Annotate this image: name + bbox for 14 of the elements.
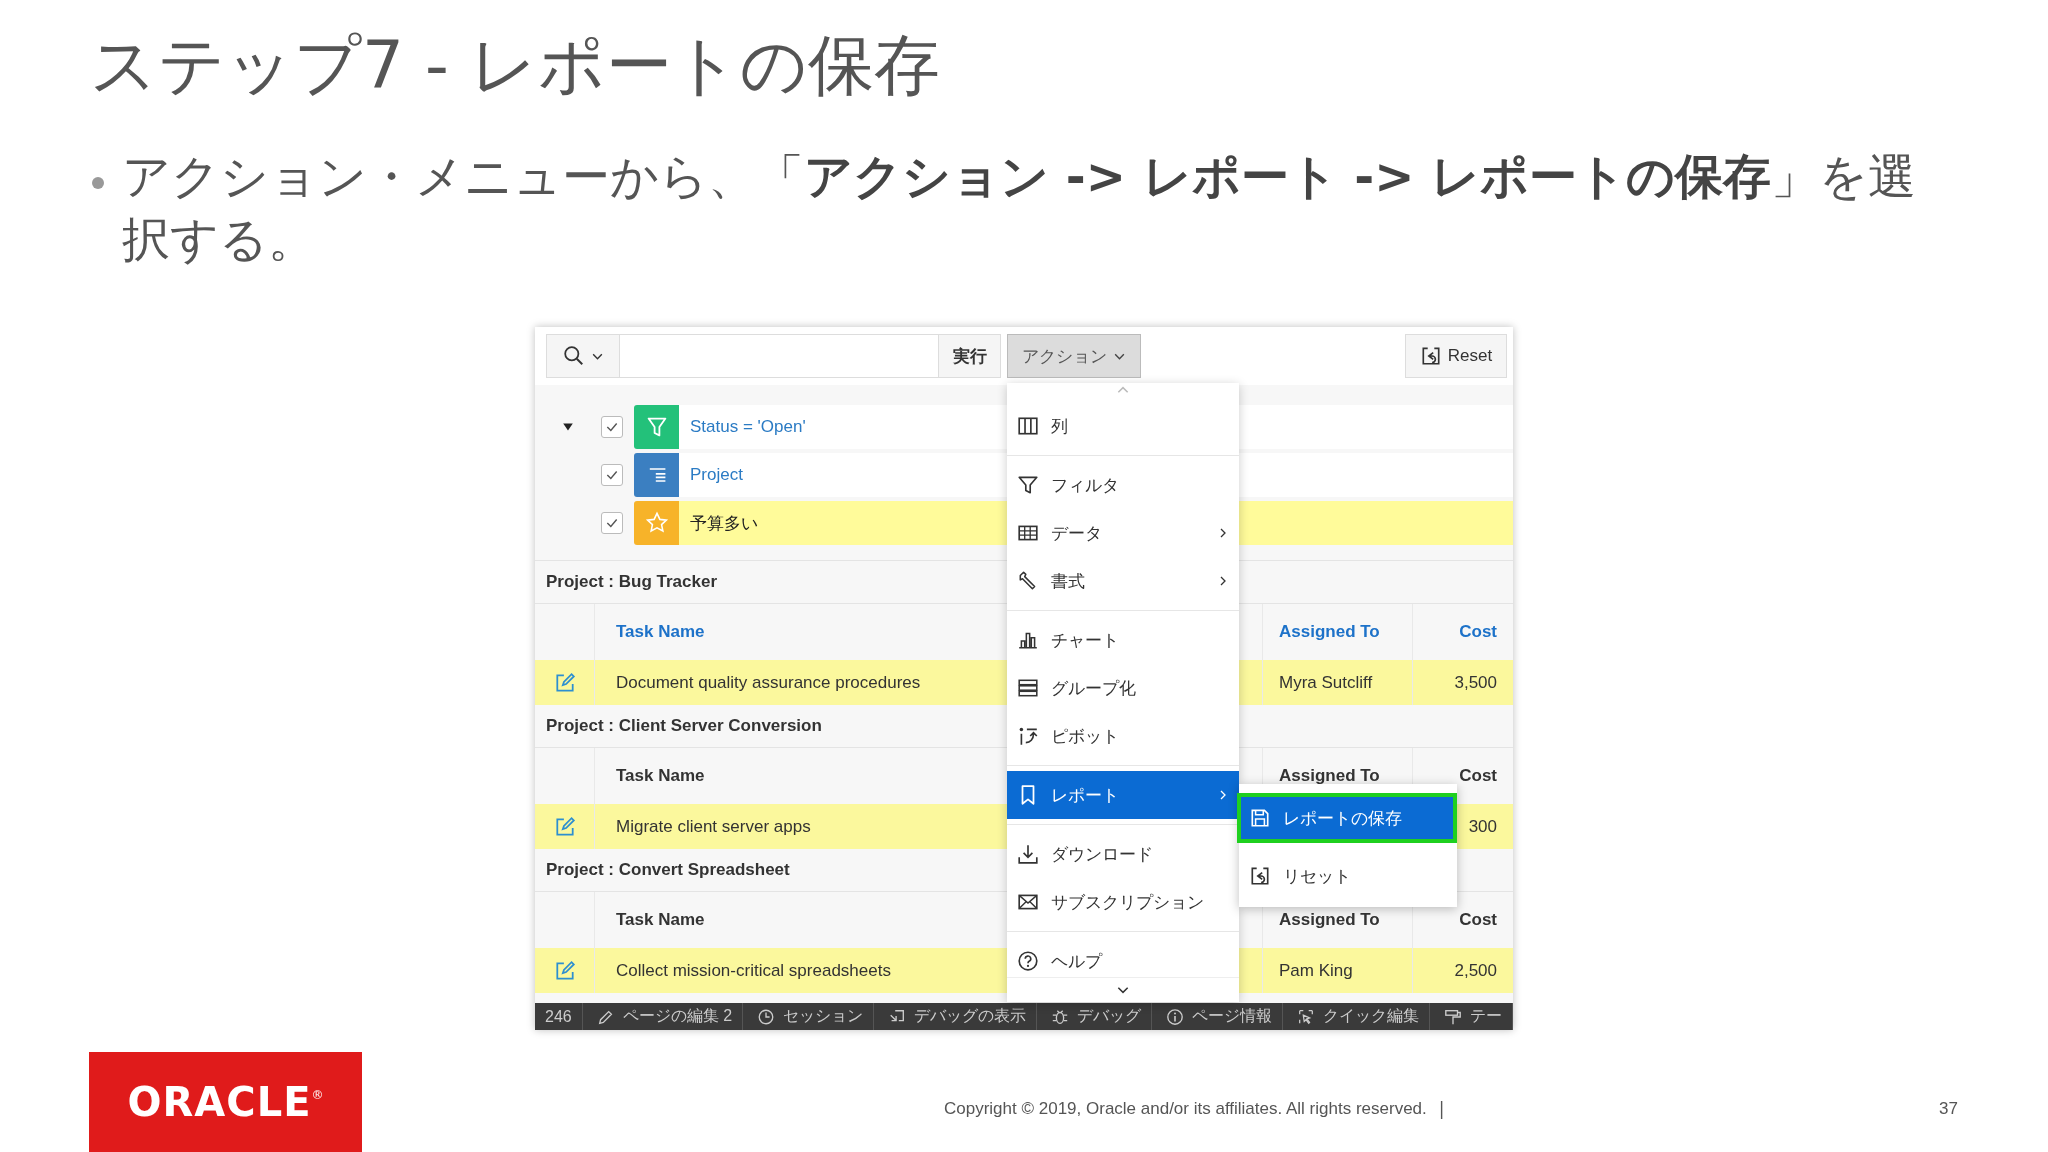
table-cell: Pam King [1279,960,1353,981]
page-number: 37 [1939,1099,1958,1119]
slide-title: ステップ7 - レポートの保存 [90,26,941,106]
copyright-text: Copyright © 2019, Oracle and/or its affiliates. All rights reserved. [944,1099,1427,1119]
separator-text: | [1438,1099,1445,1119]
table-cell: Document quality assurance procedures [616,672,921,693]
table-cell: Myra Sutcliff [1279,672,1373,693]
table-cell: 3,500 [1454,672,1497,693]
table-cell: 300 [1468,816,1497,837]
table-cell: 2,500 [1454,960,1497,981]
bullet-text: アクション・メニューから、「アクション -> レポート -> レポートの保存」を選択する。 [122,147,1918,269]
table-cell: Migrate client server apps [616,816,811,837]
oracle-logo: ORACLE® [89,1052,362,1152]
table-cell: Collect mission-critical spreadsheets [616,960,891,981]
